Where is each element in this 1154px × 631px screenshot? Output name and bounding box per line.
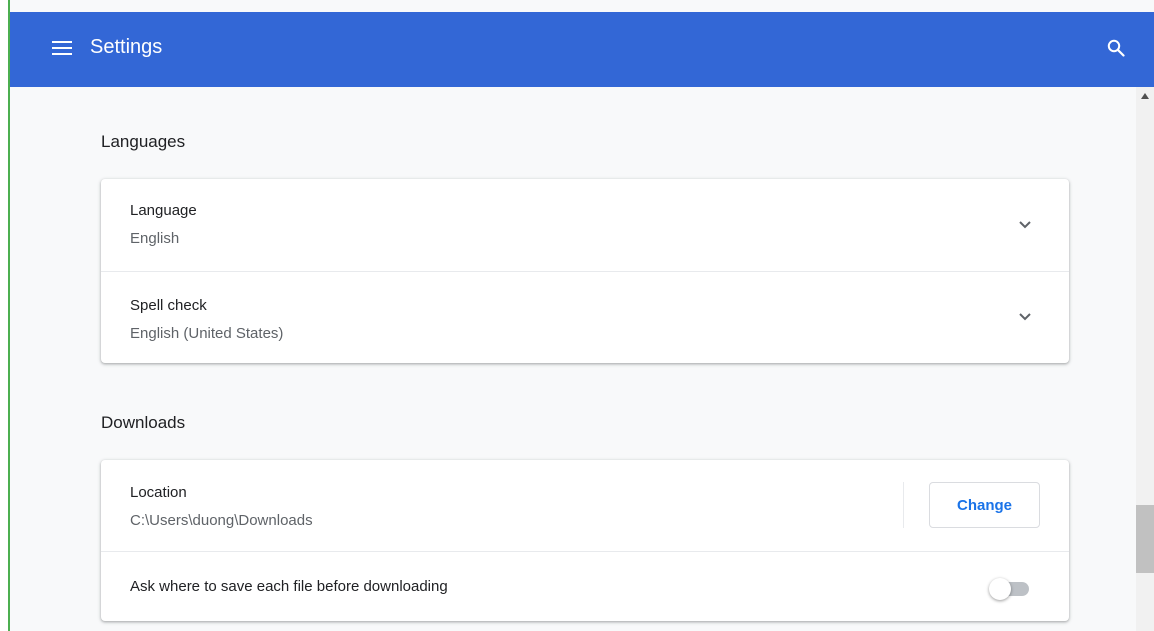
spell-check-row[interactable]: Spell check English (United States)	[101, 271, 1069, 363]
hamburger-menu-icon[interactable]	[50, 36, 74, 60]
languages-section-title: Languages	[101, 132, 186, 151]
chevron-down-icon[interactable]	[1017, 309, 1033, 325]
downloads-card: Location C:\Users\duong\Downloads Change…	[101, 460, 1069, 621]
search-icon[interactable]	[1102, 34, 1130, 62]
vertical-scrollbar[interactable]	[1136, 87, 1154, 631]
scrollbar-thumb[interactable]	[1136, 505, 1154, 573]
location-path: C:\Users\duong\Downloads	[130, 512, 313, 529]
scroll-up-arrow-icon[interactable]	[1136, 87, 1154, 105]
language-value: English	[130, 230, 180, 247]
settings-content: Languages Language English Spell check E…	[10, 87, 1136, 631]
language-row[interactable]: Language English	[101, 179, 1069, 271]
languages-card: Language English Spell check English (Un…	[101, 179, 1069, 363]
location-row: Location C:\Users\duong\Downloads Change	[101, 460, 1069, 551]
spell-check-value: English (United States)	[130, 325, 284, 342]
language-label: Language	[130, 202, 197, 219]
ask-where-toggle[interactable]	[989, 578, 1035, 600]
downloads-section-title: Downloads	[101, 413, 186, 432]
ask-where-row[interactable]: Ask where to save each file before downl…	[101, 551, 1069, 621]
spell-check-label: Spell check	[130, 297, 207, 314]
row-divider	[903, 482, 904, 528]
ask-where-label: Ask where to save each file before downl…	[130, 578, 448, 595]
chevron-down-icon[interactable]	[1017, 217, 1033, 233]
change-location-button[interactable]: Change	[929, 482, 1040, 528]
toggle-knob	[989, 578, 1011, 600]
window-left-edge	[0, 0, 8, 631]
settings-toolbar: Settings	[10, 12, 1154, 87]
settings-window: Settings Languages Language English Spel…	[0, 0, 1154, 631]
location-label: Location	[130, 484, 187, 501]
page-title: Settings	[90, 36, 163, 58]
